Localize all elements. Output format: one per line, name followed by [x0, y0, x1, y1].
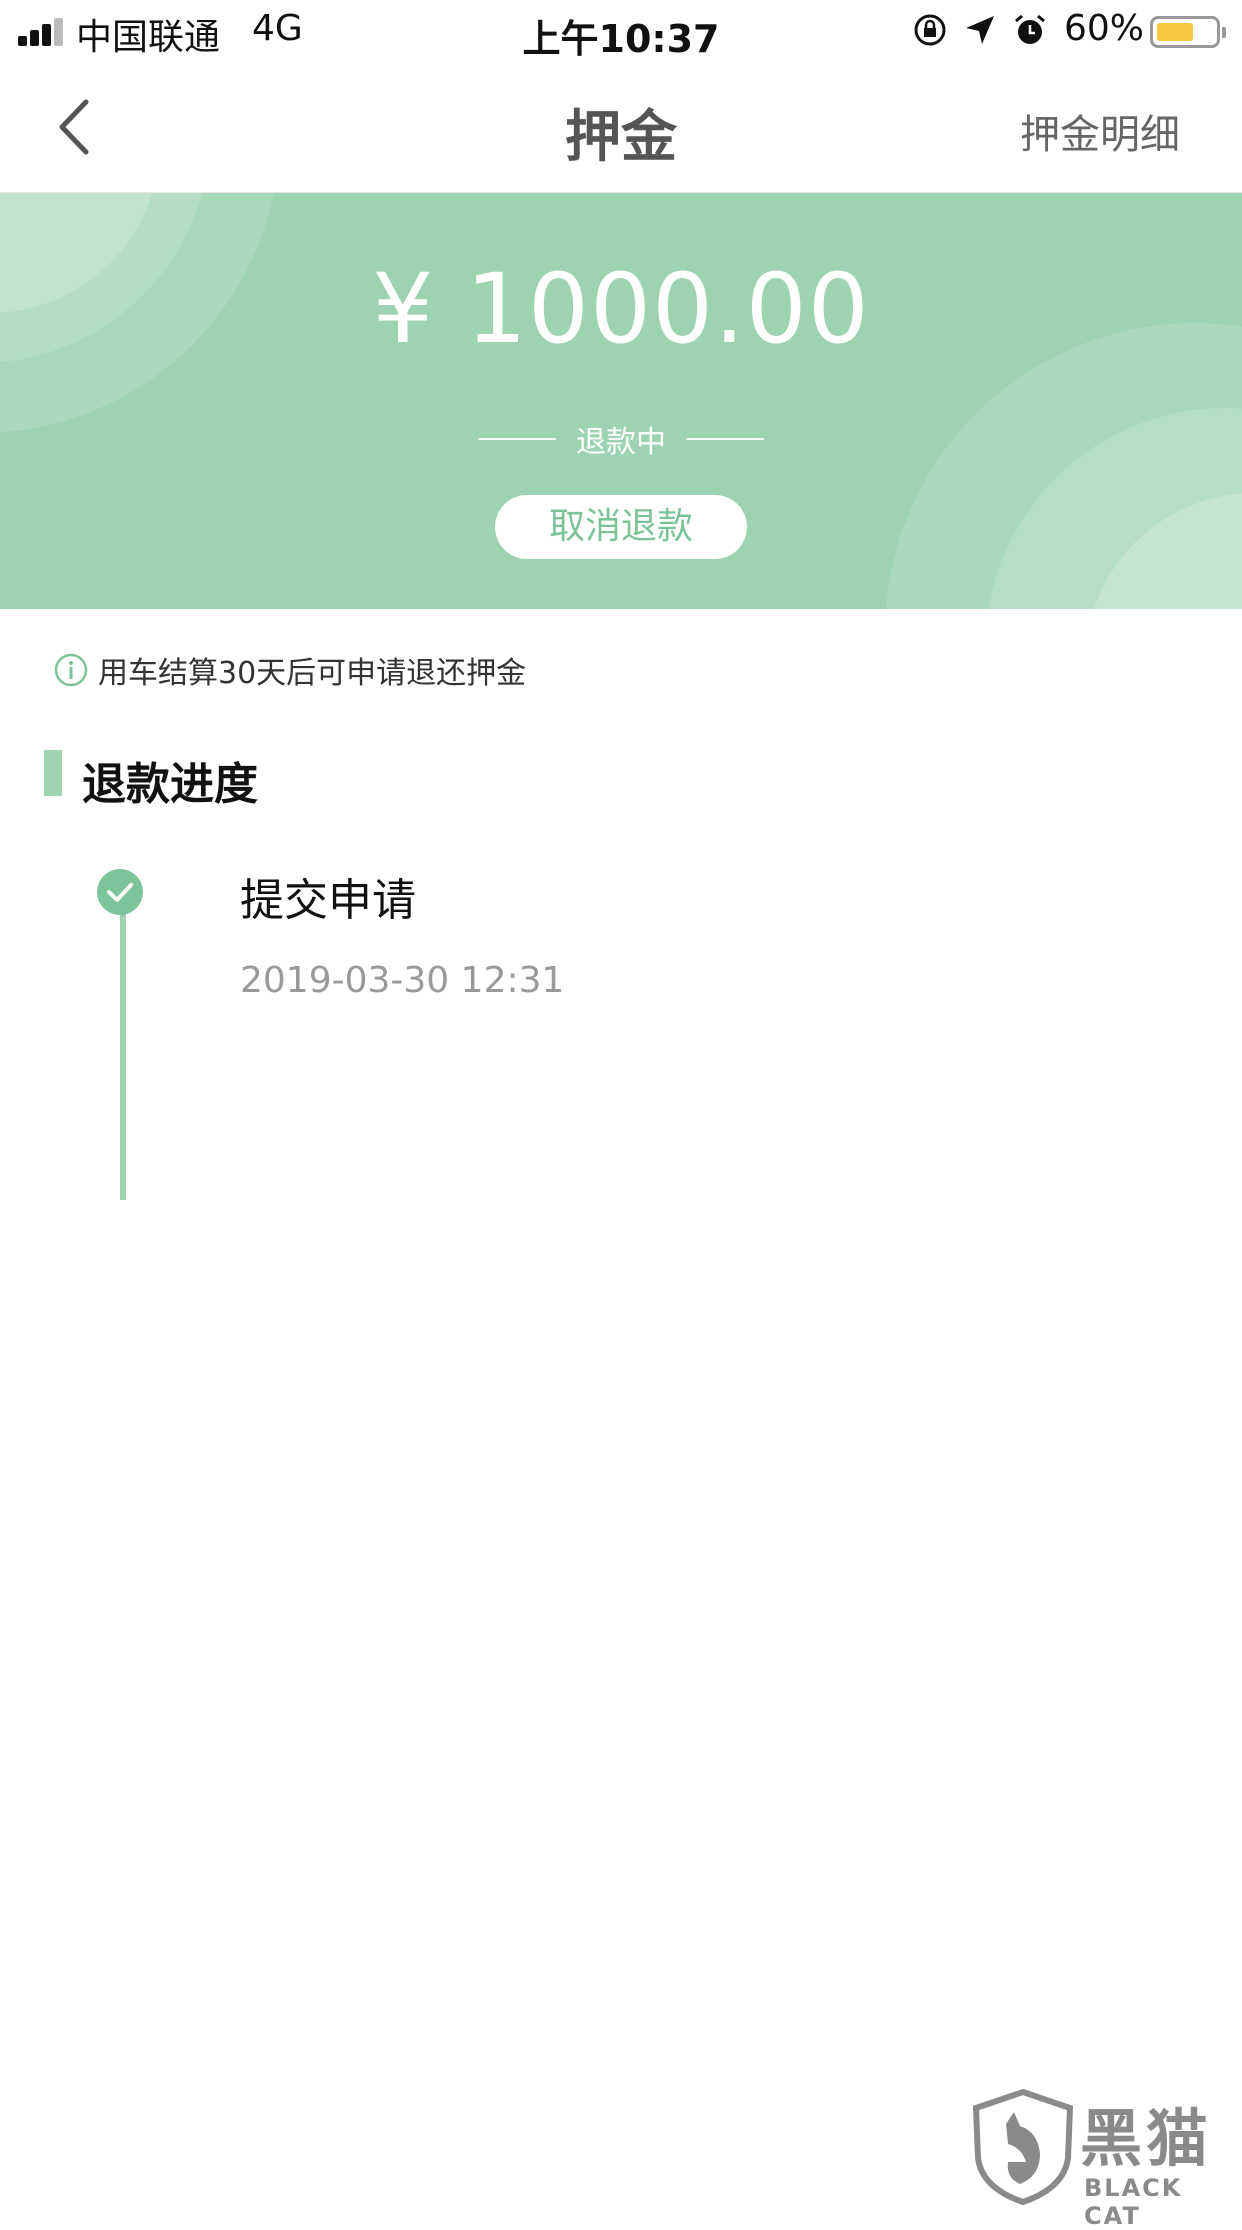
- location-arrow-icon: [966, 16, 994, 44]
- watermark-cn: 黑猫: [1080, 2102, 1213, 2175]
- check-circle-icon: [97, 869, 143, 915]
- rotation-lock-icon: [914, 14, 946, 46]
- status-bar: 中国联通 4G 上午10:37 60%: [0, 0, 1242, 62]
- navigation-bar: 押金 押金明细: [0, 62, 1242, 194]
- black-cat-shield-icon: [972, 2088, 1074, 2206]
- timeline-step-time: 2019-03-30 12:31: [240, 960, 565, 1001]
- divider: [686, 438, 764, 440]
- alarm-icon: [1015, 14, 1045, 44]
- notice-text: 用车结算30天后可申请退还押金: [98, 656, 527, 691]
- refund-status-label: 退款中: [576, 425, 666, 460]
- deposit-summary-card: ¥ 1000.00 退款中 取消退款: [0, 193, 1242, 609]
- clock: 上午10:37: [522, 17, 720, 61]
- watermark-logo: 黑猫 BLACK CAT: [968, 2088, 1238, 2230]
- timeline-step-title: 提交申请: [240, 875, 416, 926]
- watermark-en: BLACK CAT: [1084, 2174, 1183, 2230]
- cancel-refund-button[interactable]: 取消退款: [495, 495, 747, 559]
- battery-percentage: 60%: [1064, 8, 1145, 49]
- deposit-amount: ¥ 1000.00: [372, 253, 870, 365]
- battery-icon: [1150, 16, 1226, 48]
- timeline-line: [120, 900, 126, 1200]
- info-icon: [54, 653, 88, 687]
- deposit-detail-link[interactable]: 押金明细: [1020, 102, 1180, 160]
- refund-status: 退款中: [0, 417, 1242, 461]
- refund-notice: 用车结算30天后可申请退还押金: [54, 650, 527, 691]
- section-title: 退款进度: [82, 759, 258, 810]
- divider: [478, 438, 556, 440]
- section-accent-bar: [44, 750, 62, 796]
